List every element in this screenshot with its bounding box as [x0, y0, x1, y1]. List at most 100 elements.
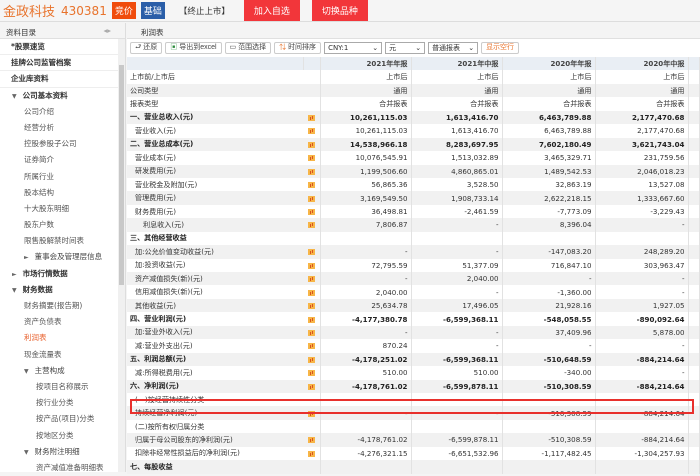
value-cell: -510,308.59 — [502, 406, 596, 420]
sidebar-scrollbar[interactable] — [118, 39, 125, 472]
chart-icon[interactable] — [307, 141, 315, 148]
sidebar-item[interactable]: 按项目名称展示 — [0, 379, 125, 395]
restore-button[interactable]: ⮐ 还原 — [130, 41, 163, 54]
chart-icon[interactable] — [307, 410, 315, 417]
icon-cell — [303, 164, 321, 178]
range-select-button[interactable]: ▭ 范围选择 — [224, 41, 272, 54]
column-header[interactable]: 2020年中报 — [595, 57, 689, 71]
row-label: (二)按所有权归属分类 — [135, 421, 205, 431]
sidebar-item[interactable]: ▼ 财务附注明细 — [0, 444, 125, 460]
value-cell: 合并报表 — [411, 97, 503, 111]
value-cell: 2,177,470.68 — [595, 124, 689, 138]
value-cell: -3,229.43 — [595, 204, 689, 219]
table-row: 加:公允价值变动收益(元) - - -147,083.20 248,289.20 — [127, 245, 700, 259]
sidebar-item[interactable]: 控股参股子公司 — [0, 136, 125, 152]
chart-icon[interactable] — [307, 356, 315, 363]
value-cell: 2,040.00 — [320, 285, 412, 299]
sidebar-item[interactable]: 资产负债表 — [0, 314, 125, 330]
sidebar-item[interactable]: 财务摘要(报告期) — [0, 298, 125, 314]
row-label: 加:公允价值变动收益(元) — [127, 245, 303, 259]
column-header[interactable]: 2020年年报 — [502, 57, 596, 71]
value-cell — [502, 419, 596, 434]
icon-cell — [303, 325, 321, 340]
sidebar-item[interactable]: ► 市场行情数据 — [0, 266, 125, 282]
sidebar-item-label: 主营构成 — [34, 365, 65, 375]
sidebar-item[interactable]: 企业库资料 — [0, 71, 125, 88]
add-watchlist-button[interactable]: 加入自选 — [243, 0, 300, 21]
sidebar-item[interactable]: 经营分析 — [0, 120, 125, 136]
tab-income-statement[interactable]: 利润表 — [127, 23, 700, 39]
caret-right-icon[interactable]: ► — [12, 271, 17, 278]
show-empty-rows-button[interactable]: 显示空行 — [481, 41, 520, 54]
value-cell: 51,377.09 — [411, 258, 503, 272]
sidebar-item[interactable]: ▼ 财务数据 — [0, 282, 125, 298]
chart-icon[interactable] — [307, 329, 315, 336]
sidebar-item[interactable]: ▼ 主营构成 — [0, 363, 125, 379]
report-type-select[interactable]: 普通报表 ⌄ — [428, 41, 479, 54]
chart-icon[interactable] — [307, 182, 315, 189]
sidebar-item[interactable]: 十大股东明细 — [0, 201, 125, 217]
sidebar-item[interactable]: *股票速览 — [0, 39, 125, 56]
sidebar-item[interactable]: 现金流量表 — [0, 347, 125, 363]
sidebar-item[interactable]: 公司介绍 — [0, 104, 125, 120]
currency-select[interactable]: CNY:1 ⌄ — [324, 41, 383, 54]
scrollbar-thumb[interactable] — [119, 65, 124, 285]
sidebar-item[interactable]: 利润表 — [0, 330, 125, 346]
chart-icon[interactable] — [307, 128, 315, 135]
sidebar-item[interactable]: 按行业分类 — [0, 395, 125, 411]
spacer-cell — [688, 137, 700, 152]
chart-icon[interactable] — [307, 437, 315, 444]
value-cell — [595, 392, 689, 407]
sidebar-item[interactable]: 股东户数 — [0, 217, 125, 233]
export-excel-button[interactable]: ▣ 导出到excel — [165, 41, 222, 54]
sidebar-item[interactable]: ► 董事会及管理层信息 — [0, 249, 125, 265]
excel-icon: ▣ — [170, 43, 180, 51]
collapse-icon[interactable]: ◂▸ — [103, 26, 111, 35]
row-label: 研发费用(元) — [127, 164, 303, 178]
chart-icon[interactable] — [307, 450, 315, 457]
chart-icon[interactable] — [307, 276, 315, 283]
chart-icon[interactable] — [307, 262, 315, 269]
column-header[interactable]: 2021年中报 — [411, 57, 503, 71]
value-cell: -6,651,532.96 — [411, 446, 503, 461]
chart-icon[interactable] — [307, 289, 315, 296]
chart-icon[interactable] — [307, 303, 315, 310]
caret-down-icon[interactable]: ▼ — [12, 93, 17, 100]
row-label: 报表类型 — [130, 99, 159, 109]
sidebar-item[interactable]: 按地区分类 — [0, 428, 125, 444]
row-label: 持续经营净利润(元) — [127, 406, 303, 420]
chart-icon[interactable] — [307, 370, 315, 377]
row-label: 管理费用(元) — [127, 191, 303, 205]
switch-security-button[interactable]: 切换品种 — [311, 0, 368, 21]
chart-icon[interactable] — [307, 343, 315, 350]
value-cell: 2,622,218.15 — [502, 191, 596, 205]
sidebar-item[interactable]: 按产品(项目)分类 — [0, 411, 125, 427]
chart-icon[interactable] — [307, 155, 315, 162]
sidebar-item[interactable]: 限售股解禁时间表 — [0, 233, 125, 249]
chart-icon[interactable] — [307, 316, 315, 323]
caret-down-icon[interactable]: ▼ — [12, 287, 17, 294]
time-sort-button[interactable]: ⇅ 时间排序 — [274, 41, 322, 54]
sidebar-item[interactable]: 挂牌公司监管档案 — [0, 55, 125, 72]
chart-icon[interactable] — [307, 383, 315, 390]
caret-down-icon[interactable]: ▼ — [24, 449, 29, 456]
chart-icon[interactable] — [307, 222, 315, 229]
caret-down-icon[interactable]: ▼ — [24, 368, 29, 375]
sidebar-item[interactable]: 证券简介 — [0, 152, 125, 168]
chevron-down-icon: ⌄ — [415, 43, 422, 52]
chart-icon[interactable] — [307, 249, 315, 256]
sidebar-item[interactable]: ▼ 公司基本资料 — [0, 88, 125, 104]
caret-right-icon[interactable]: ► — [24, 254, 29, 261]
chart-icon[interactable] — [307, 195, 315, 202]
table-row: 减:所得税费用(元) 510.00 510.00 -340.00- — [127, 366, 700, 380]
sidebar-item[interactable]: 所属行业 — [0, 169, 125, 185]
chart-icon[interactable] — [307, 114, 315, 121]
icon-cell — [303, 124, 321, 138]
column-header[interactable]: 2021年年报 — [320, 57, 412, 71]
chart-icon[interactable] — [307, 209, 315, 216]
sidebar-item[interactable]: 股本结构 — [0, 185, 125, 201]
chart-icon[interactable] — [307, 168, 315, 175]
value-cell: - — [411, 245, 503, 259]
unit-select[interactable]: 元 ⌄ — [385, 41, 426, 54]
sidebar-item[interactable]: 资产减值准备明细表 — [0, 460, 125, 476]
